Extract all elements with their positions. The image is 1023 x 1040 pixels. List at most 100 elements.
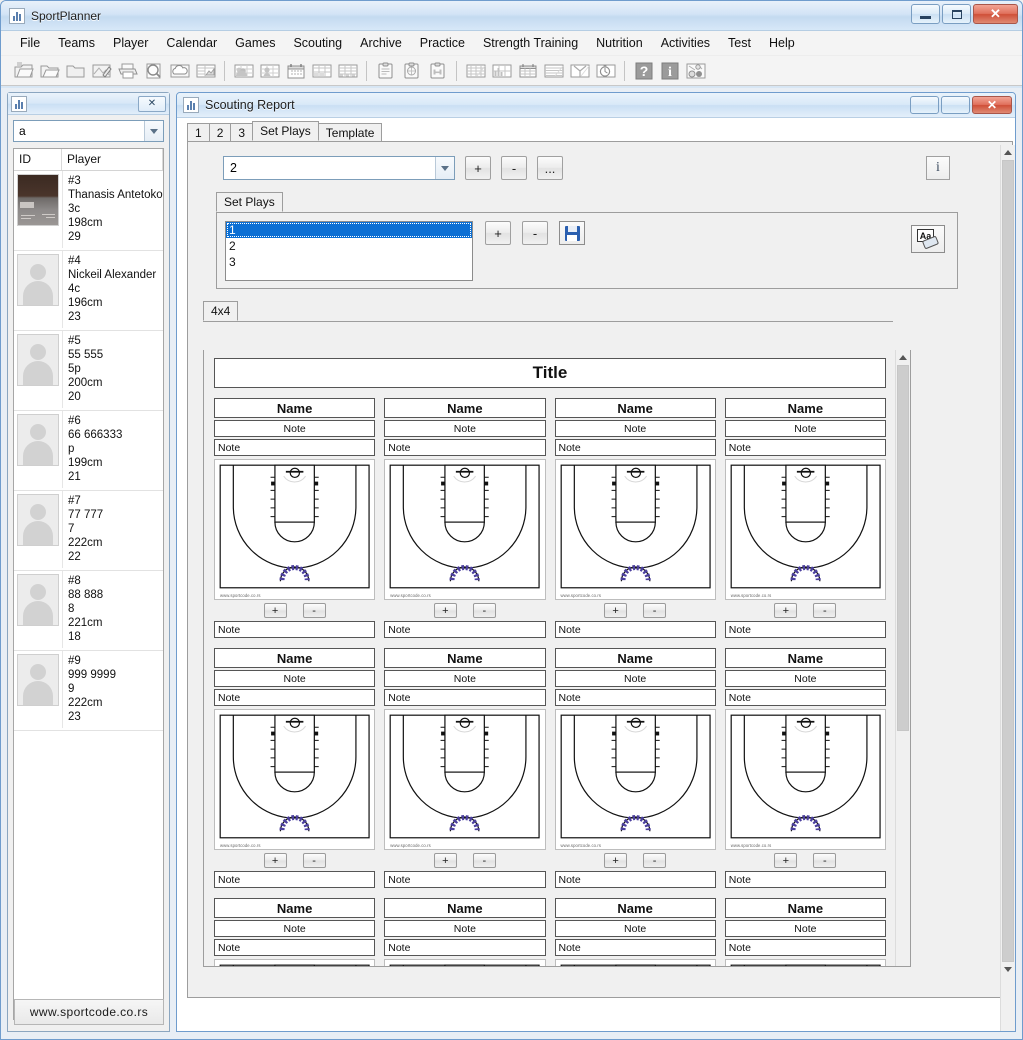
report-selector-combo[interactable]: 2 bbox=[223, 156, 455, 180]
cloud-icon[interactable] bbox=[167, 58, 192, 83]
print-icon[interactable] bbox=[115, 58, 140, 83]
tab-3[interactable]: 3 bbox=[230, 123, 254, 141]
court-remove-button[interactable]: - bbox=[472, 853, 496, 869]
help-icon[interactable]: ? bbox=[631, 58, 656, 83]
menu-item-activities[interactable]: Activities bbox=[652, 33, 719, 53]
court-remove-button[interactable]: - bbox=[472, 603, 496, 619]
basketball-court-diagram[interactable]: www.sportcode.co.rs bbox=[554, 459, 716, 601]
clipboard-icon[interactable] bbox=[373, 58, 398, 83]
scouting-report-maximize-button[interactable] bbox=[941, 96, 970, 114]
grid-stats-icon[interactable] bbox=[463, 58, 488, 83]
menu-item-games[interactable]: Games bbox=[226, 33, 284, 53]
report-remove-button[interactable]: - bbox=[501, 156, 527, 180]
scroll-up-icon[interactable] bbox=[1001, 145, 1015, 160]
card-note-bottom-field[interactable]: Note bbox=[554, 871, 716, 889]
basketball-court-diagram[interactable] bbox=[724, 959, 886, 966]
basketball-court-diagram[interactable]: www.sportcode.co.rs bbox=[384, 709, 546, 851]
card-name-field[interactable]: Name bbox=[384, 398, 546, 418]
tree-stats-icon[interactable] bbox=[567, 58, 592, 83]
table-row[interactable]: #5 55 555 5p 200cm 20 bbox=[14, 331, 163, 411]
basketball-court-diagram[interactable] bbox=[214, 959, 376, 966]
scouting-report-vertical-scrollbar[interactable] bbox=[1000, 145, 1015, 1031]
menu-item-player[interactable]: Player bbox=[104, 33, 157, 53]
report-icon[interactable] bbox=[193, 58, 218, 83]
court-add-button[interactable]: + bbox=[433, 603, 457, 619]
card-note-center-field[interactable]: Note bbox=[384, 670, 546, 688]
card-note-bottom-field[interactable]: Note bbox=[214, 871, 376, 889]
basketball-court-diagram[interactable]: www.sportcode.co.rs bbox=[554, 709, 716, 851]
basketball-court-diagram[interactable]: www.sportcode.co.rs bbox=[214, 709, 376, 851]
card-name-field[interactable]: Name bbox=[554, 648, 716, 669]
card-name-field[interactable]: Name bbox=[384, 898, 546, 919]
card-note-left-field[interactable]: Note bbox=[214, 689, 376, 707]
card-note-left-field[interactable]: Note bbox=[724, 439, 886, 456]
table-row[interactable]: #4 Nickeil Alexander 4c 196cm 23 bbox=[14, 251, 163, 331]
maximize-button[interactable] bbox=[942, 4, 971, 24]
list-item[interactable]: 3 bbox=[226, 254, 472, 270]
scroll-up-icon[interactable] bbox=[896, 350, 910, 365]
menu-item-test[interactable]: Test bbox=[719, 33, 760, 53]
card-note-center-field[interactable]: Note bbox=[214, 920, 376, 938]
report-title-field[interactable]: Title bbox=[214, 358, 886, 388]
open-folder-icon[interactable] bbox=[37, 58, 62, 83]
court-add-button[interactable]: + bbox=[774, 603, 798, 619]
floppy-save-icon[interactable] bbox=[559, 221, 585, 245]
card-name-field[interactable]: Name bbox=[214, 648, 376, 669]
player-table-icon[interactable] bbox=[257, 58, 282, 83]
menu-item-calendar[interactable]: Calendar bbox=[157, 33, 226, 53]
card-note-left-field[interactable]: Note bbox=[384, 439, 546, 456]
basketball-court-diagram[interactable] bbox=[384, 959, 546, 966]
card-note-left-field[interactable]: Note bbox=[554, 439, 716, 456]
court-remove-button[interactable]: - bbox=[302, 853, 326, 869]
calendar-icon[interactable] bbox=[283, 58, 308, 83]
chevron-down-icon[interactable] bbox=[144, 121, 163, 141]
card-name-field[interactable]: Name bbox=[214, 898, 376, 919]
card-note-center-field[interactable]: Note bbox=[724, 670, 886, 688]
list-stats-icon[interactable] bbox=[541, 58, 566, 83]
table-row[interactable]: #6 66 666333 p 199cm 21 bbox=[14, 411, 163, 491]
court-remove-button[interactable]: - bbox=[302, 603, 326, 619]
player-panel-close-button[interactable]: ✕ bbox=[138, 95, 166, 112]
clipboard-tactics-icon[interactable] bbox=[399, 58, 424, 83]
card-note-center-field[interactable]: Note bbox=[724, 920, 886, 938]
card-note-center-field[interactable]: Note bbox=[554, 420, 716, 437]
card-name-field[interactable]: Name bbox=[724, 648, 886, 669]
court-add-button[interactable]: + bbox=[263, 853, 287, 869]
basketball-court-diagram[interactable]: www.sportcode.co.rs bbox=[214, 459, 376, 601]
new-file-icon[interactable] bbox=[11, 58, 36, 83]
card-note-center-field[interactable]: Note bbox=[724, 420, 886, 437]
card-note-bottom-field[interactable]: Note bbox=[724, 871, 886, 889]
report-vertical-scrollbar[interactable] bbox=[895, 350, 910, 966]
court-remove-button[interactable]: - bbox=[643, 603, 667, 619]
schedule-table-icon[interactable] bbox=[309, 58, 334, 83]
card-note-center-field[interactable]: Note bbox=[554, 670, 716, 688]
card-note-bottom-field[interactable]: Note bbox=[384, 621, 546, 639]
card-note-left-field[interactable]: Note bbox=[384, 689, 546, 707]
report-add-button[interactable]: + bbox=[465, 156, 491, 180]
report-scroll-area[interactable]: Title Name Note Note www.sportcode.co.rs… bbox=[203, 350, 911, 967]
basketball-court-diagram[interactable] bbox=[554, 959, 716, 966]
card-name-field[interactable]: Name bbox=[214, 398, 376, 418]
list-item[interactable]: 2 bbox=[226, 238, 472, 254]
menu-item-help[interactable]: Help bbox=[760, 33, 804, 53]
scrollbar-thumb[interactable] bbox=[897, 365, 909, 731]
close-button[interactable]: ✕ bbox=[973, 4, 1018, 24]
court-add-button[interactable]: + bbox=[433, 853, 457, 869]
team-table-icon[interactable] bbox=[231, 58, 256, 83]
basketball-court-diagram[interactable]: www.sportcode.co.rs bbox=[724, 459, 886, 601]
tab-set-plays-inner[interactable]: Set Plays bbox=[216, 192, 283, 212]
tab-1[interactable]: 1 bbox=[187, 123, 210, 141]
tab-template[interactable]: Template bbox=[317, 123, 383, 141]
menu-item-file[interactable]: File bbox=[11, 33, 49, 53]
menu-item-archive[interactable]: Archive bbox=[351, 33, 411, 53]
list-item[interactable]: 1 bbox=[226, 222, 472, 238]
text-eraser-icon[interactable]: Aa bbox=[911, 225, 945, 253]
card-note-left-field[interactable]: Note bbox=[214, 439, 376, 456]
scroll-down-icon[interactable] bbox=[1001, 962, 1015, 977]
card-name-field[interactable]: Name bbox=[724, 898, 886, 919]
card-note-bottom-field[interactable]: Note bbox=[724, 621, 886, 639]
card-note-left-field[interactable]: Note bbox=[214, 939, 376, 957]
card-note-bottom-field[interactable]: Note bbox=[214, 621, 376, 639]
card-note-bottom-field[interactable]: Note bbox=[554, 621, 716, 639]
tab-2[interactable]: 2 bbox=[208, 123, 232, 141]
